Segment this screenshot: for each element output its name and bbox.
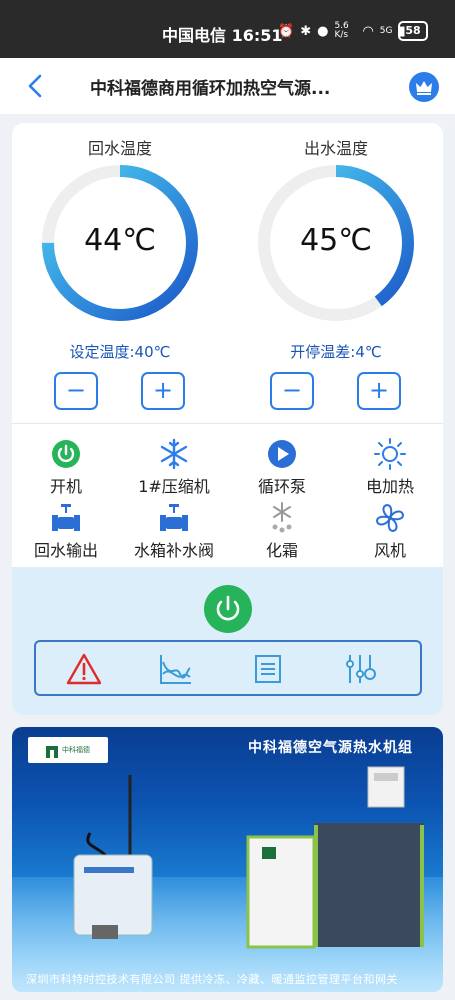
alarm-icon: ⏰ (278, 23, 295, 39)
warning-icon[interactable] (66, 652, 102, 686)
increase-differential-button[interactable]: + (357, 372, 401, 410)
decrease-set-temp-button[interactable]: − (54, 372, 98, 410)
gauge-value: 44℃ (84, 223, 156, 258)
function-defrost[interactable]: 化霜 (228, 501, 336, 561)
function-label: 风机 (373, 541, 406, 560)
function-label: 水箱补水阀 (133, 541, 214, 560)
status-time: 中国电信 16:51 (162, 26, 283, 45)
divider (12, 423, 443, 424)
app-header: 中科福德商用循环加热空气源... (0, 58, 455, 114)
function-circulation-pump[interactable]: 循环泵 (228, 437, 336, 497)
control-panel (12, 567, 443, 715)
settings-sliders-icon[interactable] (342, 652, 378, 686)
valve-icon (160, 504, 188, 531)
toolbar (34, 640, 422, 696)
gauge-value: 45℃ (300, 223, 372, 258)
function-return-water-output[interactable]: 回水输出 (12, 501, 120, 561)
valve-icon (52, 504, 80, 531)
snowflake-icon (160, 438, 188, 470)
chart-icon[interactable] (158, 652, 194, 686)
power-button[interactable] (204, 585, 252, 633)
function-compressor[interactable]: 1#压缩机 (120, 437, 228, 497)
function-power-on[interactable]: 开机 (12, 437, 120, 497)
fan-icon (375, 503, 405, 533)
function-label: 1#压缩机 (138, 477, 210, 496)
net-speed: 5.6 K/s (334, 21, 349, 40)
bluetooth-icon: ✱ (300, 23, 312, 39)
device-card: 回水温度 44℃ 设定温度:40℃ − + 出水温度 45℃ 开停温差:4℃ −… (12, 123, 443, 715)
decrease-differential-button[interactable]: − (270, 372, 314, 410)
function-fan[interactable]: 风机 (336, 501, 443, 561)
pump-play-icon (268, 440, 296, 468)
increase-set-temp-button[interactable]: + (141, 372, 185, 410)
power-on-icon (52, 440, 80, 468)
page-title: 中科福德商用循环加热空气源... (90, 79, 331, 99)
function-label: 化霜 (265, 541, 298, 560)
status-bar: 中国电信 16:51 ⏰ ✱ ● 5.6 K/s ◠ 5G ▮ 58 (0, 0, 455, 58)
function-label: 开机 (49, 477, 82, 496)
gauge-label: 回水温度 (87, 139, 152, 158)
crown-icon[interactable] (409, 72, 439, 102)
banner-footer: 深圳市科特时控技术有限公司 提供冷冻、冷藏、暖通监控管理平台和网关 (26, 973, 398, 986)
function-electric-heater[interactable]: 电加热 (336, 437, 443, 497)
list-icon[interactable] (250, 652, 286, 686)
status-icons: ⏰ ✱ ● 5.6 K/s ◠ 5G ▮ (278, 22, 406, 40)
location-icon: ● (317, 23, 329, 39)
function-label: 电加热 (365, 477, 414, 496)
gauge-label: 出水温度 (303, 139, 368, 158)
function-label: 回水输出 (33, 541, 98, 560)
back-arrow-icon[interactable] (24, 72, 48, 100)
product-illustration (73, 766, 424, 949)
function-label: 循环泵 (257, 477, 306, 496)
power-icon (216, 595, 240, 621)
promo-banner[interactable]: 中科福德 中科福德空气源热水机组 深圳市科特时控技术有限公司 提供冷冻、冷藏、暖… (12, 727, 443, 992)
function-tank-refill-valve[interactable]: 水箱补水阀 (120, 501, 228, 561)
differential-temperature-label: 开停温差:4℃ (290, 343, 382, 361)
sun-heater-icon (374, 438, 406, 470)
network-type: 5G (379, 26, 393, 36)
set-temperature-label: 设定温度:40℃ (69, 343, 171, 361)
defrost-icon (272, 502, 292, 533)
wifi-icon: ◠ (362, 23, 374, 39)
battery-icon: 58 (398, 21, 428, 41)
